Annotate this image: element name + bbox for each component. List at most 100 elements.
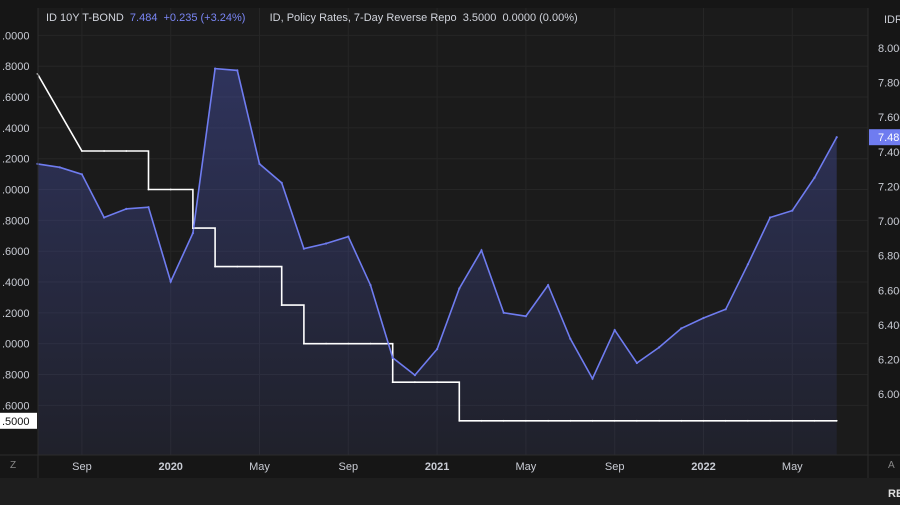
bond-data-point [835,136,838,139]
time-axis-tick-label: 2020 [158,461,182,473]
repo-data-point [547,419,549,422]
right-axis-tick-label: 7.800 [878,78,900,90]
time-axis-tick-label: May [516,461,537,473]
bond-data-point [436,348,439,351]
bond-data-point [635,361,639,365]
legend-repo-name[interactable]: ID, Policy Rates, 7-Day Reverse Repo [270,12,457,24]
bond-data-point [569,337,572,340]
repo-data-point [835,419,838,422]
currency-label[interactable]: IDR [884,14,900,26]
repo-data-point [258,265,261,268]
left-axis-tick-label: .6000 [2,400,30,412]
repo-data-point [236,265,239,268]
left-axis-tick-label: .4000 [2,277,30,289]
bond-data-point [702,316,705,320]
bond-data-point [480,249,483,252]
repo-data-point [214,265,217,268]
time-axis-tick-label: May [782,461,803,473]
right-axis-tick-label: 8.000 [878,43,900,55]
bond-data-point [502,311,505,314]
repo-data-point [569,419,572,422]
repo-data-point [303,342,305,345]
time-axis-tick-label: Sep [339,461,359,473]
repo-data-point [636,419,638,422]
bond-data-point [613,329,616,332]
bond-data-point [369,284,372,287]
left-axis-tick-label: .8000 [2,370,30,382]
legend-bond-name[interactable]: ID 10Y T-BOND [46,12,124,24]
repo-data-point [391,381,394,384]
bond-data-point [724,308,727,311]
bond-data-point [325,242,328,245]
bond-data-point [547,284,550,287]
right-axis-tick-label: 7.000 [878,216,900,228]
repo-data-point [747,419,749,422]
left-axis-tick-label: .0000 [2,30,30,42]
bond-data-point [347,235,350,238]
bond-data-point [769,216,772,219]
repo-data-point [436,381,438,384]
zoom-reset-button[interactable]: Z [10,460,16,471]
repo-data-point [325,342,327,345]
bond-data-point [125,207,128,210]
left-axis-tick-label: .2000 [2,308,30,320]
repo-data-point [280,304,283,306]
bond-data-point [591,377,594,380]
bond-data-point [236,69,239,72]
auto-scale-button[interactable]: A [888,460,895,471]
bond-data-point [413,374,416,377]
repo-data-point [525,419,527,422]
repo-data-point [192,227,194,230]
right-axis-tick-label: 7.400 [878,147,900,159]
legend-repo-value: 3.5000 [462,12,497,24]
bond-last-value-label: 7.48 [878,132,899,144]
bond-data-point [302,247,305,250]
repo-data-point [613,419,616,422]
bond-data-point [103,216,106,219]
time-axis-tick-label: May [249,461,270,473]
bond-data-point [191,232,194,235]
repo-data-point [724,419,727,422]
bond-data-point [791,209,794,212]
bond-data-point [524,315,528,318]
left-axis-tick-label: .6000 [2,246,30,258]
repo-data-point [658,419,660,422]
repo-data-point [591,419,594,422]
repo-data-point [680,419,683,422]
legend-bond-change: +0.235 (+3.24%) [163,12,246,24]
bond-data-point [680,327,683,330]
left-axis-tick-label: .8000 [2,61,30,73]
time-axis: Sep 2020 May Sep 2021 May Sep 2022 May [72,461,803,473]
left-axis-tick-label: .4000 [2,123,30,135]
repo-data-point [769,419,771,422]
repo-data-point [502,419,505,422]
right-axis-tick-label: 7.200 [878,181,900,193]
right-axis-tick-label: 6.400 [878,320,900,332]
bond-data-point [80,173,83,176]
time-axis-tick-label: 2021 [425,461,449,473]
repo-data-point [480,419,483,422]
right-axis-tick-label: 6.800 [878,251,900,263]
repo-data-point [103,150,105,152]
footer-label: RE [888,488,900,500]
repo-data-point [347,342,350,345]
time-axis-tick-label: Sep [72,461,92,473]
chart: .0000 .8000 .6000 .4000 .2000 .0000 .8000 .6000… [0,0,900,505]
bond-data-point [746,263,750,266]
left-axis-tick-label: .0000 [2,185,30,197]
repo-data-point [702,419,705,422]
right-axis-tick-label: 6.600 [878,285,900,297]
right-axis-tick-label: 6.200 [878,355,900,367]
time-axis-tick-label: Sep [605,461,625,473]
right-axis-tick-label: 6.000 [878,389,900,401]
repo-data-point [369,342,372,345]
repo-data-point [125,150,128,152]
repo-data-point [58,111,61,114]
repo-data-point [791,419,794,422]
legend: ID 10Y T-BOND 7.484 +0.235 (+3.24%) ID, … [46,12,581,24]
repo-last-value-label: .5000 [2,416,30,428]
bond-data-point [458,287,461,290]
repo-data-point [414,381,416,384]
left-axis-tick-label: .6000 [2,92,30,104]
time-axis-tick-label: 2022 [691,461,715,473]
